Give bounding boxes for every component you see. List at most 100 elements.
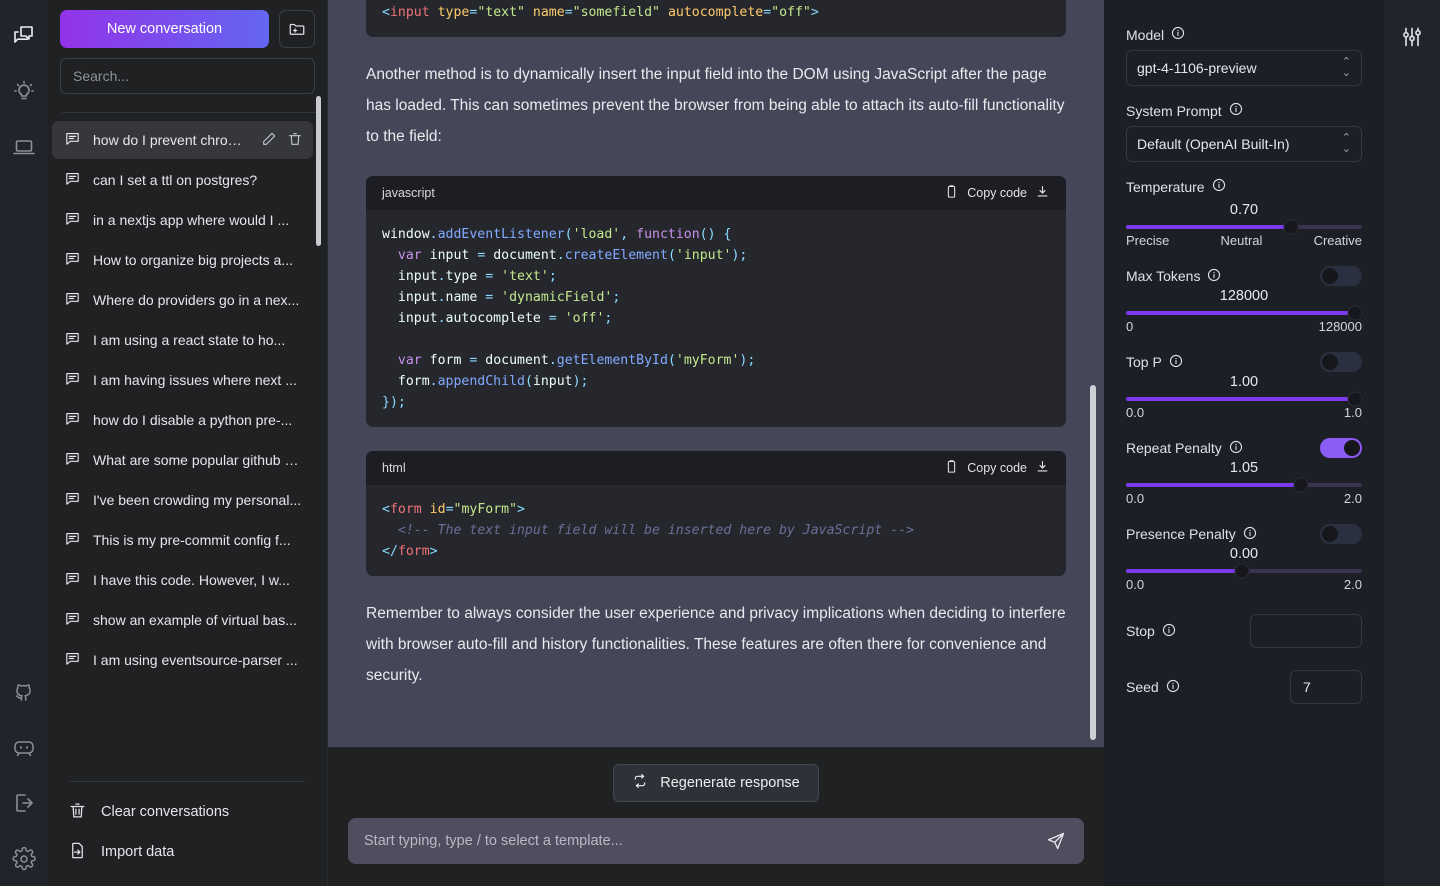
info-icon[interactable] [1162, 623, 1176, 640]
max-tokens-slider[interactable] [1126, 305, 1363, 321]
conversation-item[interactable]: This is my pre-commit config f... [52, 521, 313, 559]
repeat-penalty-slider-knob[interactable] [1293, 477, 1309, 493]
system-prompt-select[interactable]: Default (OpenAI Built-In) ⌃ ⌄ [1126, 126, 1362, 162]
info-icon[interactable] [1171, 26, 1185, 43]
new-conversation-button[interactable]: New conversation [60, 10, 269, 48]
conversation-item[interactable]: I've been crowding my personal... [52, 481, 313, 519]
info-icon[interactable] [1229, 102, 1243, 119]
stop-field: Stop [1126, 614, 1362, 648]
max-tokens-field: Max Tokens 128000 0 128000 [1126, 266, 1363, 334]
conversation-item[interactable]: Where do providers go in a nex... [52, 281, 313, 319]
delete-icon[interactable] [287, 131, 303, 150]
rail-top-group [11, 0, 37, 160]
max-tokens-value: 128000 [1219, 288, 1269, 304]
code-header-javascript: javascript Copy code [366, 176, 1066, 210]
lightbulb-icon[interactable] [11, 78, 37, 104]
github-icon[interactable] [11, 678, 37, 704]
conversation-item[interactable]: can I set a ttl on postgres? [52, 161, 313, 199]
conversation-title: I've been crowding my personal... [93, 492, 302, 508]
copy-code-label[interactable]: Copy code [967, 186, 1027, 200]
code-actions-html[interactable]: Copy code [944, 459, 1050, 477]
import-data-button[interactable]: Import data [60, 832, 315, 872]
chat-bubbles-icon[interactable] [11, 22, 37, 48]
repeat-penalty-slider[interactable] [1126, 477, 1362, 493]
sidebar-scrollbar[interactable] [316, 96, 321, 246]
seed-label: Seed [1126, 679, 1159, 695]
search-input[interactable] [60, 58, 315, 94]
logout-icon[interactable] [11, 790, 37, 816]
chat-icon [64, 450, 81, 470]
model-select[interactable]: gpt-4-1106-preview ⌃ ⌄ [1126, 50, 1362, 86]
download-icon[interactable] [1035, 459, 1050, 477]
clipboard-icon[interactable] [944, 459, 959, 477]
temperature-value: 0.70 [1229, 202, 1259, 218]
clipboard-icon[interactable] [944, 184, 959, 202]
conversation-title: I am using eventsource-parser ... [93, 652, 298, 668]
conversation-item[interactable]: How to organize big projects a... [52, 241, 313, 279]
conversation-item[interactable]: I have this code. However, I w... [52, 561, 313, 599]
laptop-icon[interactable] [11, 134, 37, 160]
chat-icon [64, 210, 81, 230]
conversation-title: This is my pre-commit config f... [93, 532, 291, 548]
clear-conversations-button[interactable]: Clear conversations [60, 792, 315, 832]
top-p-value: 1.00 [1229, 374, 1259, 390]
max-tokens-slider-knob[interactable] [1347, 305, 1363, 321]
folder-plus-icon[interactable] [279, 10, 315, 48]
presence-penalty-header: Presence Penalty [1126, 524, 1362, 544]
chat-scrollbar[interactable] [1090, 385, 1096, 740]
conversation-item[interactable]: in a nextjs app where would I ... [52, 201, 313, 239]
conversation-title: I have this code. However, I w... [93, 572, 290, 588]
new-conversation-row: New conversation [60, 10, 315, 48]
conversation-item[interactable]: I am having issues where next ... [52, 361, 313, 399]
import-icon [68, 841, 87, 864]
max-tokens-toggle[interactable] [1320, 266, 1362, 286]
presence-penalty-max: 2.0 [1343, 577, 1362, 592]
presence-penalty-range: 0.0 2.0 [1126, 577, 1362, 592]
conversation-title: Where do providers go in a nex... [93, 292, 300, 308]
info-icon[interactable] [1243, 526, 1257, 543]
chat-icon [64, 370, 81, 390]
chat-icon [64, 330, 81, 350]
info-icon[interactable] [1207, 268, 1221, 285]
seed-input[interactable] [1290, 670, 1362, 704]
top-p-slider[interactable] [1126, 391, 1363, 407]
gear-icon[interactable] [11, 846, 37, 872]
temperature-slider-knob[interactable] [1283, 219, 1299, 235]
repeat-penalty-toggle[interactable] [1320, 438, 1362, 458]
conversation-item[interactable]: What are some popular github a... [52, 441, 313, 479]
conversation-item[interactable]: how do I prevent chrome ... [52, 121, 313, 159]
code-block-html: html Copy code <form id="myForm"> <!-- T… [366, 451, 1066, 576]
message-input[interactable] [364, 833, 1044, 849]
top-p-field: Top P 1.00 0.0 1.0 [1126, 352, 1363, 420]
paragraph-remember: Remember to always consider the user exp… [366, 605, 1066, 684]
regenerate-response-button[interactable]: Regenerate response [613, 764, 819, 802]
conversation-item[interactable]: I am using eventsource-parser ... [52, 641, 313, 679]
edit-icon[interactable] [261, 131, 277, 150]
presence-penalty-toggle[interactable] [1320, 524, 1362, 544]
info-icon[interactable] [1166, 679, 1180, 696]
info-icon[interactable] [1229, 440, 1243, 457]
copy-code-label[interactable]: Copy code [967, 461, 1027, 475]
paragraph-dynamic-insert: Another method is to dynamically insert … [366, 66, 1065, 145]
conversation-item[interactable]: how do I disable a python pre-... [52, 401, 313, 439]
code-block-html-top: <input type="text" name="somefield" auto… [366, 0, 1066, 37]
repeat-penalty-max: 2.0 [1343, 491, 1362, 506]
info-icon[interactable] [1169, 354, 1183, 371]
temperature-slider[interactable] [1126, 219, 1362, 235]
send-icon[interactable] [1044, 829, 1068, 853]
sliders-icon[interactable] [1399, 24, 1425, 50]
presence-penalty-slider-knob[interactable] [1234, 563, 1250, 579]
conversation-title: I am using a react state to ho... [93, 332, 286, 348]
discord-icon[interactable] [11, 734, 37, 760]
repeat-penalty-label: Repeat Penalty [1126, 440, 1222, 456]
top-p-toggle[interactable] [1320, 352, 1362, 372]
code-actions-javascript[interactable]: Copy code [944, 184, 1050, 202]
download-icon[interactable] [1035, 184, 1050, 202]
conversation-item[interactable]: I am using a react state to ho... [52, 321, 313, 359]
conversation-item[interactable]: show an example of virtual bas... [52, 601, 313, 639]
info-icon[interactable] [1212, 178, 1226, 195]
stop-input[interactable] [1250, 614, 1362, 648]
top-p-slider-knob[interactable] [1347, 391, 1363, 407]
presence-penalty-slider[interactable] [1126, 563, 1362, 579]
conversation-list: how do I prevent chrome ... can I set a t… [52, 121, 327, 679]
